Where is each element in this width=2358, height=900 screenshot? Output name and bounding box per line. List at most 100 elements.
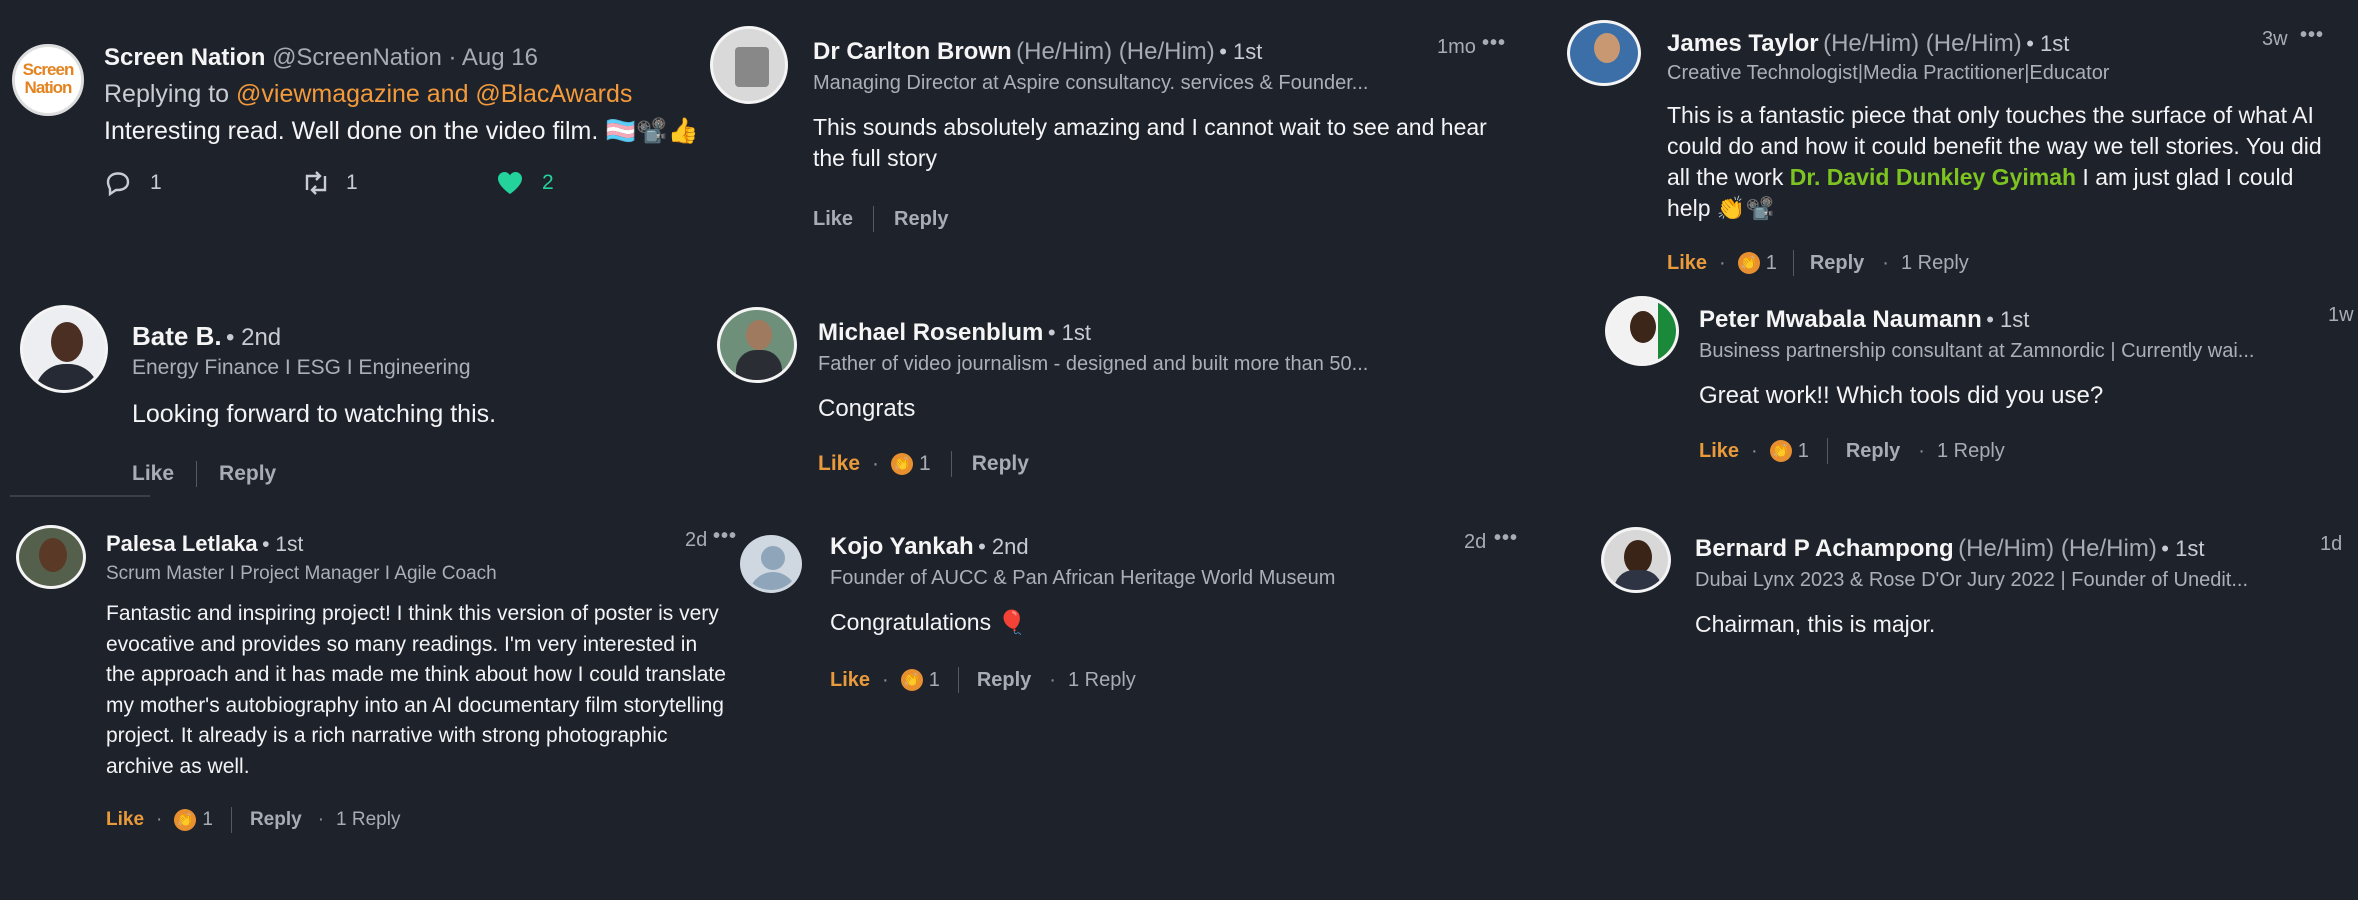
- reply-button[interactable]: Reply: [1810, 252, 1864, 275]
- comment-header: Bernard P Achampong (He/Him) (He/Him) • …: [1695, 535, 2204, 563]
- heart-icon[interactable]: [496, 170, 526, 196]
- like-button[interactable]: Like: [1699, 440, 1739, 463]
- separator-dot: ·: [1719, 251, 1726, 274]
- separator-dot: ·: [1751, 439, 1758, 462]
- connection-degree: • 1st: [262, 533, 304, 556]
- comment-actions: Like · 👏 1 Reply · 1 Reply: [830, 667, 1136, 693]
- avatar[interactable]: [710, 26, 788, 104]
- comment-time: 1d: [2320, 533, 2343, 555]
- comment-text: Fantastic and inspiring project! I think…: [106, 602, 726, 778]
- replies-link[interactable]: 1 Reply: [1068, 669, 1136, 692]
- comment-header: Kojo Yankah • 2nd: [830, 533, 1029, 561]
- commenter-headline: Dubai Lynx 2023 & Rose D'Or Jury 2022 | …: [1695, 569, 2249, 591]
- reply-button[interactable]: Reply: [250, 809, 302, 831]
- clap-reaction-icon[interactable]: 👏: [891, 453, 914, 475]
- avatar-shoulders: [749, 572, 797, 590]
- divider: [1826, 438, 1828, 464]
- commenter-headline: Father of video journalism - designed an…: [818, 353, 1369, 375]
- reply-button[interactable]: Reply: [219, 462, 276, 486]
- comment-actions: Like · 👏 1 Reply · 1 Reply: [1699, 438, 2005, 464]
- like-count: 2: [542, 171, 554, 194]
- avatar-face: [39, 538, 67, 572]
- commenter-name[interactable]: Peter Mwabala Naumann: [1699, 306, 1982, 333]
- commenter-name[interactable]: James Taylor: [1667, 30, 1819, 57]
- tweet-author-handle[interactable]: @ScreenNation: [272, 44, 442, 71]
- comment-actions: Like · 👏 1 Reply · 1 Reply: [106, 807, 400, 833]
- tweet-card: Screen Nation Screen Nation @ScreenNatio…: [0, 0, 700, 230]
- reply-button[interactable]: Reply: [1846, 440, 1900, 463]
- avatar-photo: [735, 47, 769, 87]
- like-button[interactable]: Like: [1667, 252, 1707, 275]
- mention-link[interactable]: Dr. David Dunkley Gyimah: [1790, 164, 2076, 190]
- more-options-icon[interactable]: •••: [2300, 24, 2324, 47]
- reaction-count[interactable]: 1: [1766, 252, 1777, 275]
- comment-kojo-yankah: Kojo Yankah • 2nd Founder of AUCC & Pan …: [730, 495, 1530, 795]
- tweet-date[interactable]: · Aug 16: [449, 44, 538, 71]
- connection-degree: • 2nd: [978, 534, 1029, 559]
- reaction-count[interactable]: 1: [202, 809, 213, 831]
- avatar-face: [1624, 540, 1652, 574]
- comment-text: Congrats: [818, 395, 916, 422]
- retweet-icon[interactable]: [300, 170, 334, 196]
- clap-reaction-icon[interactable]: 👏: [174, 809, 197, 831]
- comment-header: Bate B. • 2nd: [132, 321, 281, 352]
- like-button[interactable]: Like: [813, 208, 853, 231]
- clap-reaction-icon[interactable]: 👏: [1769, 440, 1792, 462]
- like-button[interactable]: Like: [132, 462, 174, 486]
- more-options-icon[interactable]: •••: [1482, 32, 1506, 55]
- like-button[interactable]: Like: [106, 809, 144, 831]
- divider: [1792, 250, 1794, 276]
- reply-button[interactable]: Reply: [977, 669, 1031, 692]
- reply-button[interactable]: Reply: [894, 208, 948, 231]
- commenter-name[interactable]: Michael Rosenblum: [818, 319, 1043, 346]
- clap-reaction-icon[interactable]: 👏: [1737, 252, 1760, 274]
- replies-link[interactable]: 1 Reply: [1901, 252, 1969, 275]
- replies-link[interactable]: 1 Reply: [1937, 440, 2005, 463]
- comment-james-taylor: James Taylor (He/Him) (He/Him) • 1st Cre…: [1555, 0, 2358, 290]
- comment-text: Chairman, this is major.: [1695, 611, 1936, 637]
- reaction-count[interactable]: 1: [929, 669, 940, 692]
- more-options-icon[interactable]: •••: [1494, 527, 1518, 550]
- connection-degree: • 2nd: [226, 324, 282, 351]
- avatar[interactable]: [717, 307, 797, 383]
- replying-prefix: Replying to: [104, 80, 237, 108]
- screen-nation-logo: Screen Nation: [22, 60, 75, 97]
- commenter-name[interactable]: Dr Carlton Brown: [813, 38, 1012, 65]
- avatar[interactable]: [1601, 527, 1671, 593]
- avatar[interactable]: [20, 305, 108, 393]
- comment-bate-b: Bate B. • 2nd Energy Finance I ESG I Eng…: [0, 295, 700, 495]
- avatar[interactable]: [1605, 296, 1679, 366]
- connection-degree: • 1st: [1219, 39, 1263, 64]
- commenter-name[interactable]: Bate B.: [132, 321, 222, 351]
- comment-palesa-letlaka: Palesa Letlaka • 1st Scrum Master I Proj…: [0, 495, 736, 900]
- tweet-header: Screen Nation @ScreenNation · Aug 16: [104, 44, 538, 72]
- comment-text: Great work!! Which tools did you use?: [1699, 382, 2104, 409]
- clap-reaction-icon[interactable]: 👏: [900, 669, 923, 691]
- tweet-author-name[interactable]: Screen Nation: [104, 44, 265, 71]
- pronouns: (He/Him) (He/Him): [1958, 535, 2157, 562]
- like-button[interactable]: Like: [818, 452, 860, 476]
- reaction-count[interactable]: 1: [919, 452, 931, 476]
- avatar-face: [1594, 33, 1620, 63]
- comment-time: 2d: [685, 529, 708, 551]
- replying-to-mentions[interactable]: @viewmagazine and @BlacAwards: [236, 80, 632, 108]
- divider: [230, 807, 232, 833]
- replies-link[interactable]: 1 Reply: [336, 809, 400, 831]
- commenter-name[interactable]: Kojo Yankah: [830, 533, 974, 560]
- comment-header: Dr Carlton Brown (He/Him) (He/Him) • 1st: [813, 38, 1262, 66]
- commenter-name[interactable]: Palesa Letlaka: [106, 531, 258, 556]
- separator-dot: ·: [1882, 251, 1889, 274]
- like-button[interactable]: Like: [830, 669, 870, 692]
- commenter-name[interactable]: Bernard P Achampong: [1695, 535, 1954, 562]
- reply-icon[interactable]: [104, 170, 134, 196]
- comment-time: 1w: [2328, 304, 2354, 326]
- pronouns: (He/Him) (He/Him): [1823, 30, 2022, 57]
- commenter-headline: Founder of AUCC & Pan African Heritage W…: [830, 567, 1336, 589]
- screen-nation-avatar[interactable]: Screen Nation: [12, 44, 84, 116]
- avatar[interactable]: [16, 525, 86, 589]
- reaction-count[interactable]: 1: [1798, 440, 1809, 463]
- avatar[interactable]: [740, 535, 802, 593]
- avatar[interactable]: [1567, 20, 1641, 86]
- comment-actions: Like Reply: [132, 461, 276, 487]
- reply-button[interactable]: Reply: [972, 452, 1029, 476]
